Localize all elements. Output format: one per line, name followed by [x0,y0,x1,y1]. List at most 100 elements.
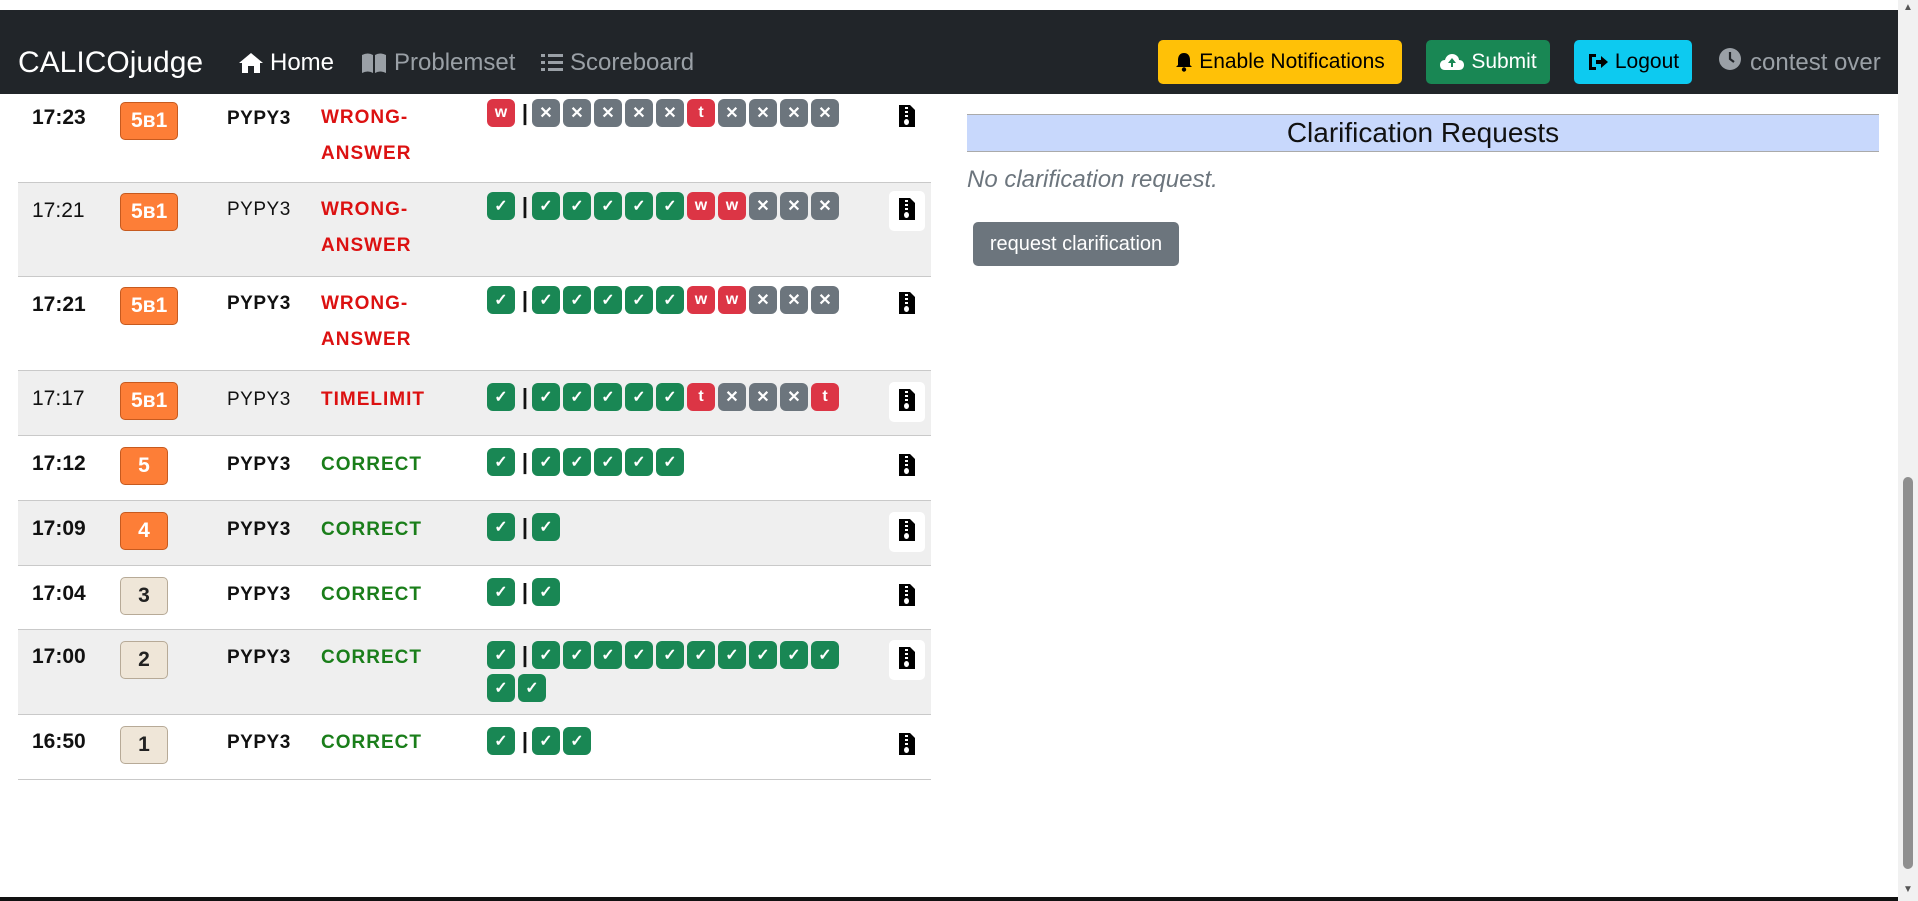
nav-home[interactable]: Home [238,48,334,78]
table-row[interactable]: 17:21 5в1 PYPY3 WRONG- ANSWER ✓ | ✓ ✓ ✓ ✓… [18,277,931,371]
table-row[interactable]: 16:50 1 PYPY3 CORRECT ✓ | ✓ ✓ [18,715,931,780]
problem-badge: 1 [120,726,168,764]
clock-icon [1718,47,1742,78]
home-icon [238,52,264,74]
download-submission-button[interactable] [889,191,925,231]
problem-badge: 4 [120,512,168,550]
testcase-correct: ✓ [487,674,515,702]
submission-language: PYPY3 [227,108,291,129]
contest-status-label: contest over [1750,48,1881,76]
testcase-skipped: ✕ [811,286,839,314]
download-submission-button[interactable] [889,577,925,617]
download-submission-button[interactable] [889,726,925,766]
testcase-results: ✓ | ✓ ✓ ✓ ✓ ✓ t ✕ ✕ ✕ t [487,383,867,411]
request-clarification-button[interactable]: request clarification [973,222,1179,266]
submission-time: 17:04 [32,582,86,605]
file-zip-icon [898,453,916,482]
testcase-results: ✓ | ✓ [487,578,867,606]
cloud-upload-icon [1439,52,1465,72]
download-submission-button[interactable] [889,285,925,325]
sample-testcase-correct: ✓ [487,513,515,541]
testcase-correct: ✓ [518,674,546,702]
testcase-skipped: ✕ [625,99,653,127]
testcase-correct: ✓ [656,448,684,476]
scroll-down-arrow-icon[interactable]: ▼ [1903,884,1913,895]
scrollbar-thumb[interactable] [1903,477,1913,869]
testcase-correct: ✓ [656,383,684,411]
brand-logo[interactable]: CALICOjudge [18,48,203,78]
testcase-correct: ✓ [532,513,560,541]
submission-language: PYPY3 [227,732,291,753]
download-submission-button[interactable] [889,640,925,680]
file-zip-icon [898,518,916,547]
navbar: CALICOjudge Home Problemset Scoreboard E… [0,10,1898,94]
testcase-separator: | [521,728,529,753]
testcase-skipped: ✕ [718,383,746,411]
testcase-correct: ✓ [625,286,653,314]
testcase-wrong: w [718,286,746,314]
sample-testcase-correct: ✓ [487,578,515,606]
testcase-correct: ✓ [532,286,560,314]
submission-language: PYPY3 [227,647,291,668]
testcase-separator: | [521,579,529,604]
table-row[interactable]: 17:21 5в1 PYPY3 WRONG- ANSWER ✓ | ✓ ✓ ✓ ✓… [18,183,931,277]
testcase-correct: ✓ [563,641,591,669]
logout-button[interactable]: Logout [1574,40,1692,84]
problem-badge: 5в1 [120,102,179,140]
testcase-skipped: ✕ [811,192,839,220]
testcase-correct: ✓ [563,448,591,476]
testcase-correct: ✓ [594,448,622,476]
submission-language: PYPY3 [227,293,291,314]
download-submission-button[interactable] [889,98,925,138]
testcase-correct: ✓ [594,383,622,411]
download-submission-button[interactable] [889,382,925,422]
testcase-skipped: ✕ [532,99,560,127]
testcase-correct: ✓ [656,641,684,669]
file-zip-icon [898,388,916,417]
nav-scoreboard[interactable]: Scoreboard [540,48,694,78]
testcase-correct: ✓ [532,578,560,606]
table-row[interactable]: 17:17 5в1 PYPY3 TIMELIMIT ✓ | ✓ ✓ ✓ ✓ ✓ … [18,371,931,436]
download-submission-button[interactable] [889,512,925,552]
sign-out-icon [1587,52,1609,72]
submission-verdict: CORRECT [321,454,422,475]
submission-verdict: CORRECT [321,519,422,540]
file-zip-icon [898,732,916,761]
submission-time: 17:12 [32,452,86,475]
table-row[interactable]: 17:12 5 PYPY3 CORRECT ✓ | ✓ ✓ ✓ ✓ ✓ [18,436,931,501]
testcase-results: w | ✕ ✕ ✕ ✕ ✕ t ✕ ✕ ✕ ✕ [487,99,867,127]
problem-badge: 2 [120,641,168,679]
bell-icon [1175,52,1193,72]
window-top-strip [0,0,1898,10]
testcase-separator: | [521,449,529,474]
download-submission-button[interactable] [889,447,925,487]
problem-badge: 3 [120,577,168,615]
testcase-timelimit: t [687,99,715,127]
submission-language: PYPY3 [227,519,291,540]
sample-testcase-correct: ✓ [487,448,515,476]
clarification-requests-heading: Clarification Requests [967,114,1879,152]
testcase-correct: ✓ [532,448,560,476]
testcase-wrong: w [687,192,715,220]
scroll-up-arrow-icon[interactable]: ▲ [1903,2,1913,13]
testcase-timelimit: t [811,383,839,411]
submit-button[interactable]: Submit [1426,40,1550,84]
table-row[interactable]: 17:23 5в1 PYPY3 WRONG- ANSWER w | ✕ ✕ ✕ ✕… [18,94,931,183]
submission-verdict: WRONG- ANSWER [321,107,412,164]
book-icon [360,52,388,74]
submission-verdict: WRONG- ANSWER [321,199,412,256]
testcase-correct: ✓ [563,286,591,314]
nav-problemset[interactable]: Problemset [360,48,515,78]
logout-label: Logout [1614,50,1680,73]
table-row[interactable]: 17:00 2 PYPY3 CORRECT ✓ | ✓ ✓ ✓ ✓ ✓ ✓ ✓ … [18,630,931,715]
submission-time: 17:00 [32,645,86,668]
testcase-skipped: ✕ [780,286,808,314]
table-row[interactable]: 17:04 3 PYPY3 CORRECT ✓ | ✓ [18,566,931,630]
sample-testcase-correct: ✓ [487,727,515,755]
testcase-skipped: ✕ [563,99,591,127]
testcase-skipped: ✕ [780,383,808,411]
testcase-results: ✓ | ✓ ✓ ✓ ✓ ✓ w w ✕ ✕ ✕ [487,286,867,314]
enable-notifications-button[interactable]: Enable Notifications [1158,40,1402,84]
sample-testcase-correct: ✓ [487,641,515,669]
table-row[interactable]: 17:09 4 PYPY3 CORRECT ✓ | ✓ [18,501,931,566]
